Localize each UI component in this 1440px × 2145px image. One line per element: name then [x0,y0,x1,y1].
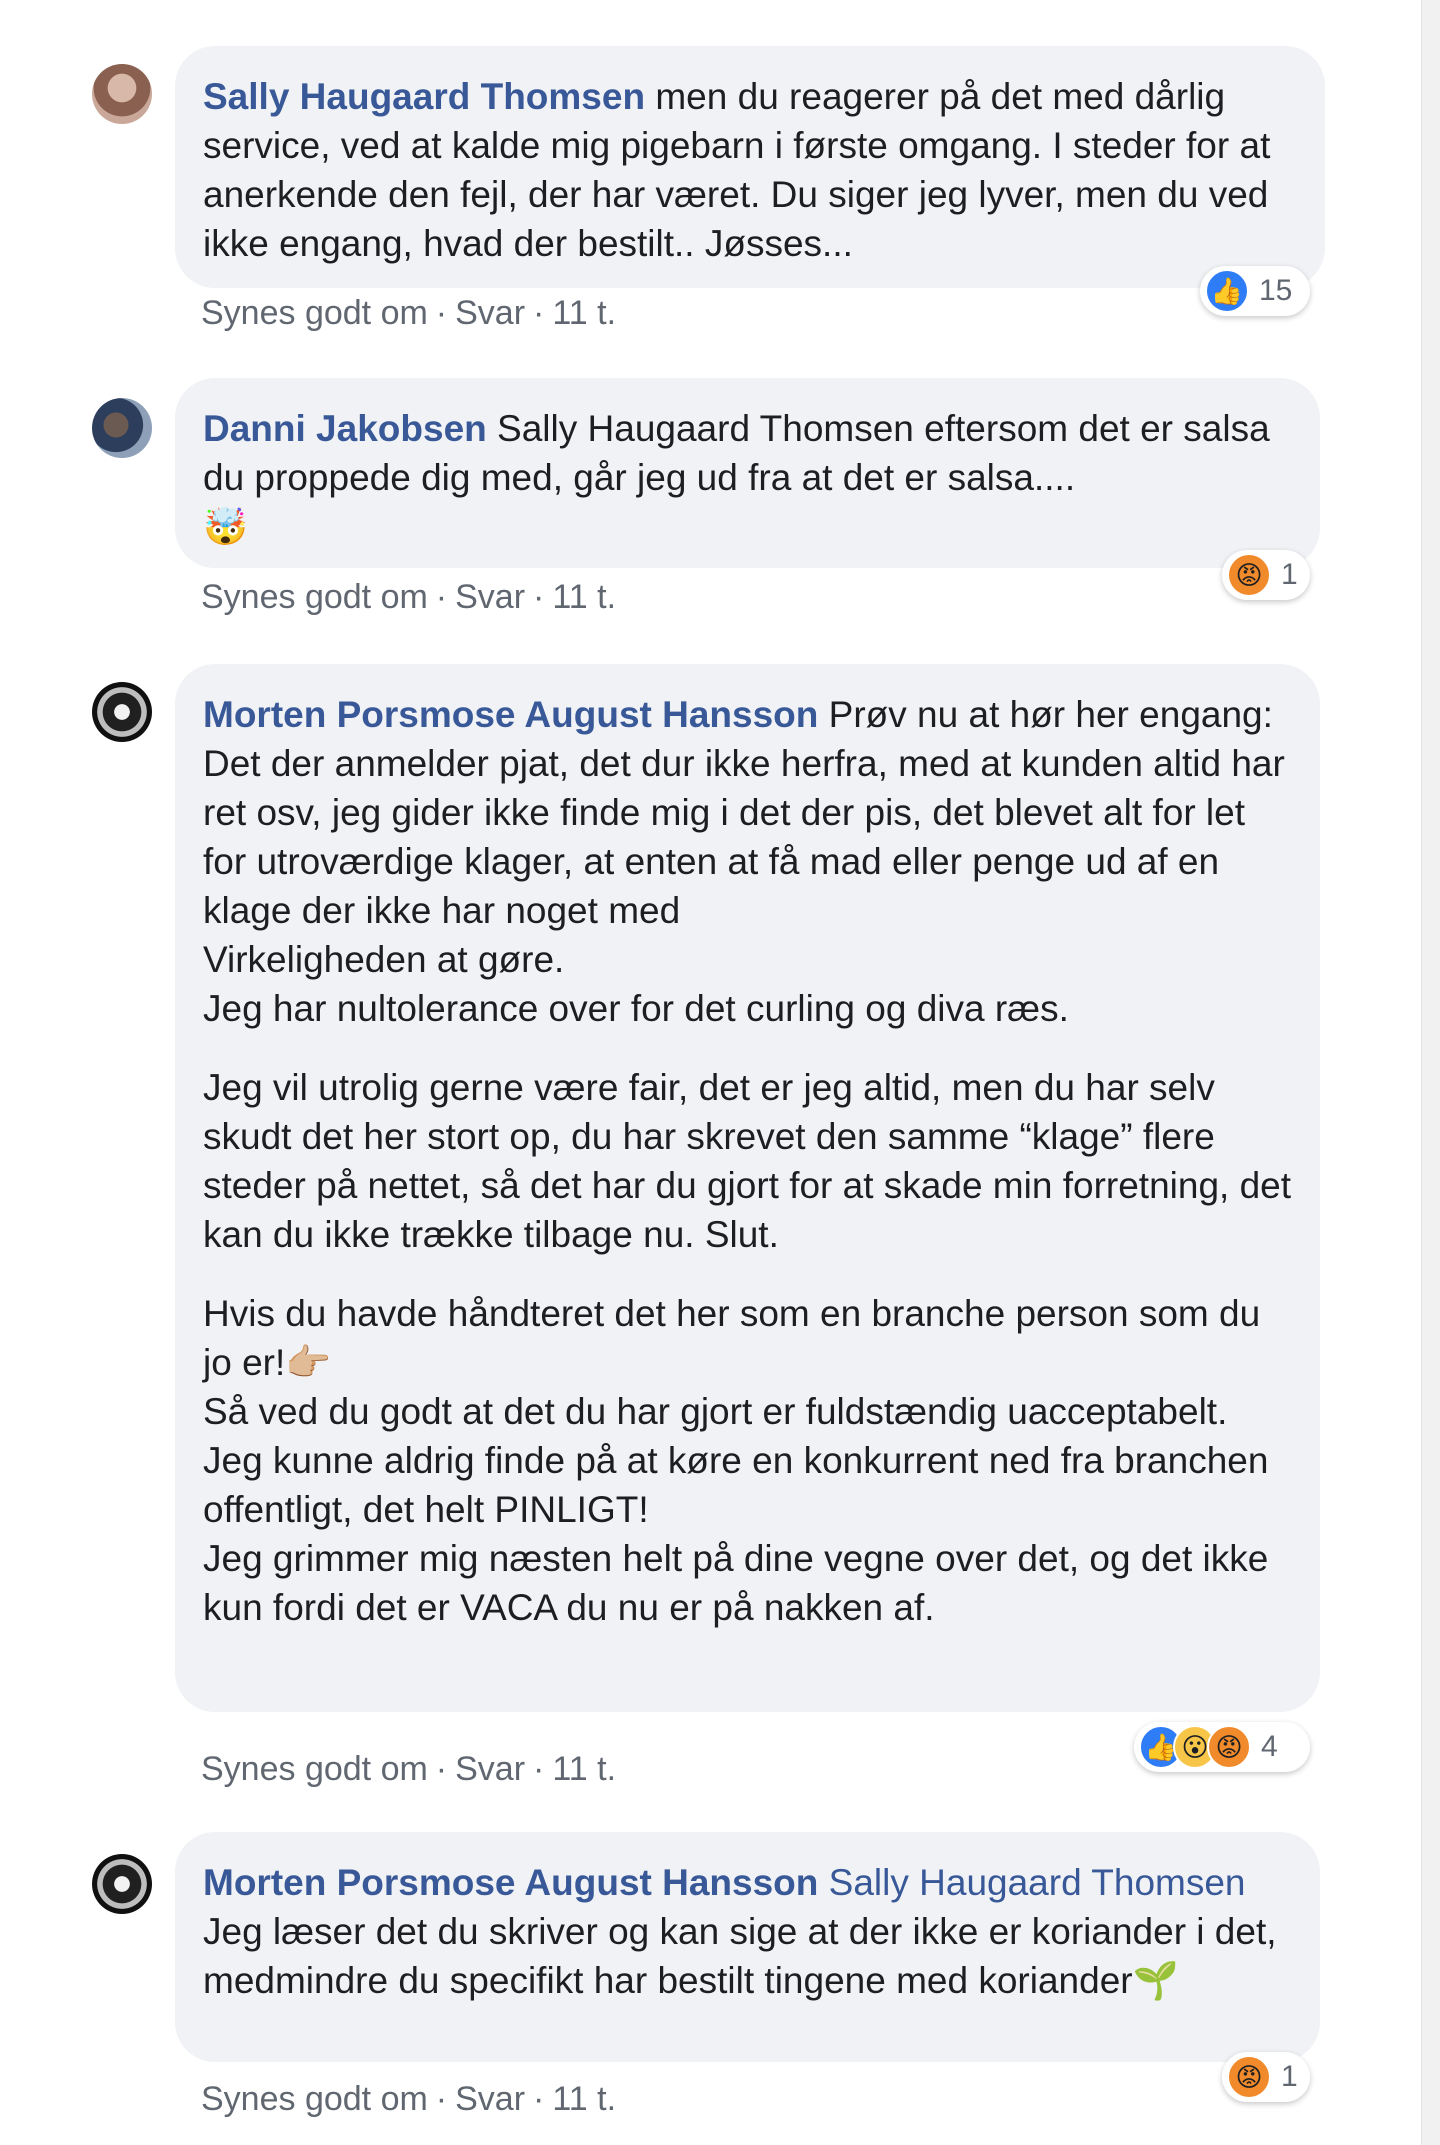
like-icon: 👍 [1205,269,1249,313]
avatar-danni[interactable] [92,398,152,458]
comment-bubble: Morten Porsmose August Hansson Sally Hau… [175,1832,1320,2062]
like-link[interactable]: Synes godt om [201,294,428,332]
comment-bubble: Sally Haugaard Thomsen men du reagerer p… [175,46,1325,288]
angry-icon: 😡 [1207,1725,1251,1769]
timestamp[interactable]: 11 t. [552,578,616,616]
comment-line: Det der anmelder pjat, det dur ikke herf… [203,743,1285,931]
comment-line: Virkeligheden at gøre. [203,939,565,980]
reaction-count: 15 [1259,274,1293,307]
timestamp[interactable]: 11 t. [552,294,616,332]
comment-text: Sally Haugaard Thomsen men du reagerer p… [203,72,1297,268]
comment-bubble: Danni Jakobsen Sally Haugaard Thomsen ef… [175,378,1320,568]
reply-link[interactable]: Svar [455,1750,525,1788]
timestamp[interactable]: 11 t. [552,1750,616,1788]
angry-icon: 😡 [1227,2055,1271,2099]
reaction-count: 1 [1281,2060,1298,2093]
reaction-summary[interactable]: 😡 1 [1222,2052,1310,2102]
comment-line: Hvis du havde håndteret det her som en b… [203,1293,1261,1383]
like-link[interactable]: Synes godt om [201,2080,428,2118]
reply-link[interactable]: Svar [455,578,525,616]
comment-author[interactable]: Morten Porsmose August Hansson [203,1862,818,1903]
timestamp[interactable]: 11 t. [552,2080,616,2118]
comment-paragraph-2: Jeg vil utrolig gerne være fair, det er … [203,1063,1292,1259]
comment-actions: Synes godt om · Svar · 11 t. [201,578,617,616]
avatar-sally[interactable] [92,64,152,124]
comment-body: Jeg læser det du skriver og kan sige at … [203,1911,1277,2001]
avatar-morten[interactable] [92,1854,152,1914]
reaction-summary[interactable]: 👍 15 [1200,266,1310,316]
comment-actions: Synes godt om · Svar · 11 t. [201,2080,617,2118]
comment-text: Danni Jakobsen Sally Haugaard Thomsen ef… [203,404,1292,502]
comment-actions: Synes godt om · Svar · 11 t. [201,294,617,332]
comment-line: Jeg vil utrolig gerne være fair, det er … [203,1067,1292,1255]
reply-link[interactable]: Svar [455,294,525,332]
like-link[interactable]: Synes godt om [201,578,428,616]
comment-line: Så ved du godt at det du har gjort er fu… [203,1391,1228,1432]
comment-text: Morten Porsmose August Hansson Sally Hau… [203,1858,1292,2005]
comment-author[interactable]: Morten Porsmose August Hansson [203,694,818,735]
comment-paragraph-1: Morten Porsmose August Hansson Prøv nu a… [203,690,1292,1033]
comment-author[interactable]: Sally Haugaard Thomsen [203,76,645,117]
comment-actions: Synes godt om · Svar · 11 t. [201,1750,617,1788]
comment-author[interactable]: Danni Jakobsen [203,408,487,449]
reaction-count: 1 [1281,558,1298,591]
scrollbar[interactable] [1421,0,1440,2145]
angry-icon: 😡 [1227,553,1271,597]
like-link[interactable]: Synes godt om [201,1750,428,1788]
comment-line: Jeg grimmer mig næsten helt på dine vegn… [203,1538,1269,1628]
comment-mention-plain[interactable]: Sally Haugaard Thomsen [497,408,914,449]
comment-line: Prøv nu at hør her engang: [828,694,1273,735]
exploding-head-emoji: 🤯 [203,506,248,547]
cut-off-previous-actions [200,0,700,8]
comment-line: Jeg kunne aldrig finde på at køre en kon… [203,1440,1269,1530]
comment-paragraph-3: Hvis du havde håndteret det her som en b… [203,1289,1292,1632]
comment-bubble: Morten Porsmose August Hansson Prøv nu a… [175,664,1320,1712]
comment-mention-link[interactable]: Sally Haugaard Thomsen [829,1862,1246,1903]
reaction-summary[interactable]: 👍 😮 😡 4 [1134,1722,1310,1772]
comment-line: Jeg har nultolerance over for det curlin… [203,988,1069,1029]
reaction-count: 4 [1261,1730,1278,1763]
avatar-morten[interactable] [92,682,152,742]
reply-link[interactable]: Svar [455,2080,525,2118]
reaction-summary[interactable]: 😡 1 [1222,550,1310,600]
